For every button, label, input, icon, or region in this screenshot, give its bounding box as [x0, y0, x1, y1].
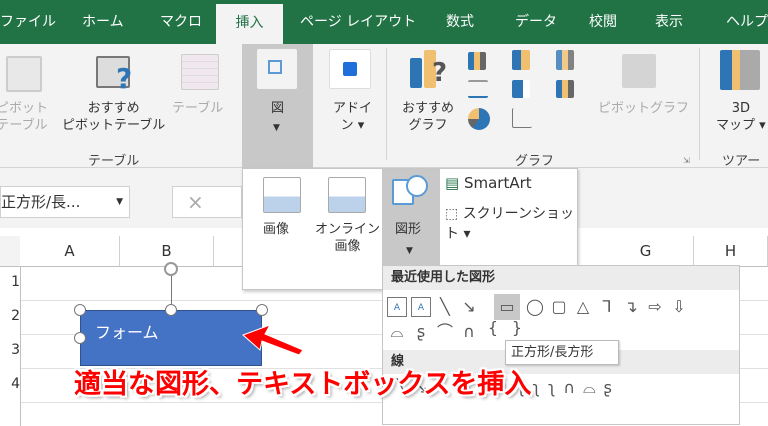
resize-handle[interactable] [74, 304, 86, 316]
arrow-line-icon[interactable]: ↘ [459, 297, 479, 317]
tab-formulas[interactable]: 数式 [446, 0, 474, 44]
online-picture-button[interactable]: オンライン 画像 [315, 221, 380, 255]
line-chart-icon[interactable] [468, 80, 488, 98]
resize-handle[interactable] [74, 332, 86, 344]
table-icon [181, 54, 219, 90]
rectangle-shape-icon[interactable]: ▭ [494, 294, 520, 320]
picture-button[interactable]: 画像 [263, 221, 289, 238]
textbox-icon[interactable]: A [387, 297, 407, 317]
pie-chart-icon[interactable] [468, 108, 490, 130]
tab-view[interactable]: 表示 [655, 0, 683, 44]
down-arrow-icon[interactable]: ⇩ [669, 297, 689, 317]
rotation-handle-icon[interactable] [164, 262, 178, 276]
name-box[interactable]: 正方形/長... ▼ [0, 186, 130, 218]
smartart-button[interactable]: ▤ SmartArt [445, 174, 532, 192]
tab-file[interactable]: ファイル [0, 0, 56, 44]
chevron-down-icon: ▼ [406, 246, 413, 256]
online-picture-icon [328, 177, 366, 213]
elbow-connector-icon[interactable]: ⅂ [597, 297, 617, 317]
left-brace-icon[interactable]: { [483, 318, 503, 338]
recommended-chart-icon [410, 58, 422, 88]
recent-shapes-header: 最近使用した図形 [383, 266, 739, 290]
oval-icon[interactable]: ◯ [525, 297, 545, 317]
3d-map-button[interactable]: 3D マップ ▾ [716, 100, 766, 134]
chevron-down-icon: ▼ [273, 123, 280, 133]
waterfall-chart-icon[interactable] [556, 50, 574, 70]
right-arrow-icon[interactable]: ⇨ [645, 297, 665, 317]
question-icon: ? [432, 58, 448, 88]
scribble-icon[interactable]: ʂ [411, 322, 431, 342]
smartart-icon: ▤ [445, 174, 460, 192]
row-header-4[interactable]: 4 [0, 376, 20, 392]
illustrations-button[interactable]: 図 ▼ [242, 44, 313, 168]
curve-icon[interactable]: ∩ [459, 322, 479, 342]
group-label-table: テーブル [88, 154, 140, 169]
addins-button[interactable]: アドイン ▾ [333, 100, 372, 134]
question-icon: ? [116, 62, 133, 95]
triangle-icon[interactable]: △ [573, 297, 593, 317]
right-brace-icon[interactable]: } [507, 318, 527, 338]
line-icon[interactable]: ╲ [435, 297, 455, 317]
resize-handle[interactable] [256, 304, 268, 316]
red-arrow-icon [242, 324, 304, 356]
shapes-icon [257, 49, 297, 89]
row-header-2[interactable]: 2 [0, 308, 20, 324]
illustrations-label: 図 [271, 101, 285, 116]
recommended-pivot-button[interactable]: おすすめ ピボットテーブル [62, 100, 165, 134]
3d-map-icon [720, 50, 760, 90]
hierarchy-chart-icon[interactable] [512, 50, 530, 70]
column-header-a[interactable]: A [20, 236, 120, 266]
pivot-chart-button[interactable]: ピボットグラフ [598, 100, 689, 117]
row-header-1[interactable]: 1 [0, 274, 20, 290]
tab-review[interactable]: 校閲 [589, 0, 617, 44]
row-header-3[interactable]: 3 [0, 342, 20, 358]
combo-chart-icon[interactable] [556, 80, 574, 98]
screenshot-button[interactable]: ⬚ スクリーンショット ▾ [445, 203, 577, 243]
pivot-table-icon [6, 56, 42, 92]
table-button[interactable]: テーブル [172, 100, 223, 117]
tab-insert[interactable]: 挿入 [216, 4, 283, 44]
ribbon-tabs: ファイル ホーム マクロ 挿入 ページ レイアウト 数式 データ 校閲 表示 ヘ… [0, 0, 768, 44]
vertical-textbox-icon[interactable]: A [411, 297, 431, 317]
recommended-chart-button[interactable]: おすすめ グラフ [402, 100, 454, 134]
column-header-g[interactable]: G [598, 236, 694, 266]
select-all-button[interactable] [0, 236, 20, 266]
pivot-chart-icon [622, 54, 656, 88]
arc-icon[interactable]: ⌒ [435, 322, 455, 342]
resize-handle[interactable] [165, 304, 177, 316]
dialog-launcher-icon[interactable]: ⇲ [683, 156, 690, 165]
screenshot-icon: ⬚ [445, 206, 459, 222]
ribbon: ピボット テーブル ? おすすめ ピボットテーブル テーブル テーブル 図 ▼ アド… [0, 44, 768, 169]
annotation-text: 適当な図形、テキストボックスを挿入 [74, 369, 532, 400]
tab-home[interactable]: ホーム [82, 0, 124, 44]
tab-page-layout[interactable]: ページ レイアウト [300, 0, 416, 44]
group-label-chart: グラフ [515, 154, 555, 169]
tab-help[interactable]: ヘルプ [726, 0, 768, 44]
picture-icon [263, 177, 301, 213]
freeform-icon[interactable]: ⌓ [387, 322, 407, 342]
circle-icon [406, 175, 428, 197]
statistic-chart-icon[interactable] [512, 80, 530, 98]
rounded-rectangle-icon[interactable]: ▢ [549, 297, 569, 317]
addins-icon [329, 49, 371, 89]
cancel-button[interactable]: × [172, 186, 242, 218]
pivot-table-button[interactable]: ピボット テーブル [0, 100, 48, 134]
scatter-chart-icon[interactable] [512, 108, 532, 128]
column-header-h[interactable]: H [694, 236, 768, 266]
group-label-tour: ツアー [722, 154, 761, 169]
tab-data[interactable]: データ [515, 0, 557, 44]
tab-macro[interactable]: マクロ [160, 0, 202, 44]
column-chart-icon[interactable] [468, 52, 486, 70]
column-header-b[interactable]: B [120, 236, 214, 266]
shapes-label: 図形 [395, 222, 422, 237]
elbow-arrow-icon[interactable]: ↴ [621, 297, 641, 317]
